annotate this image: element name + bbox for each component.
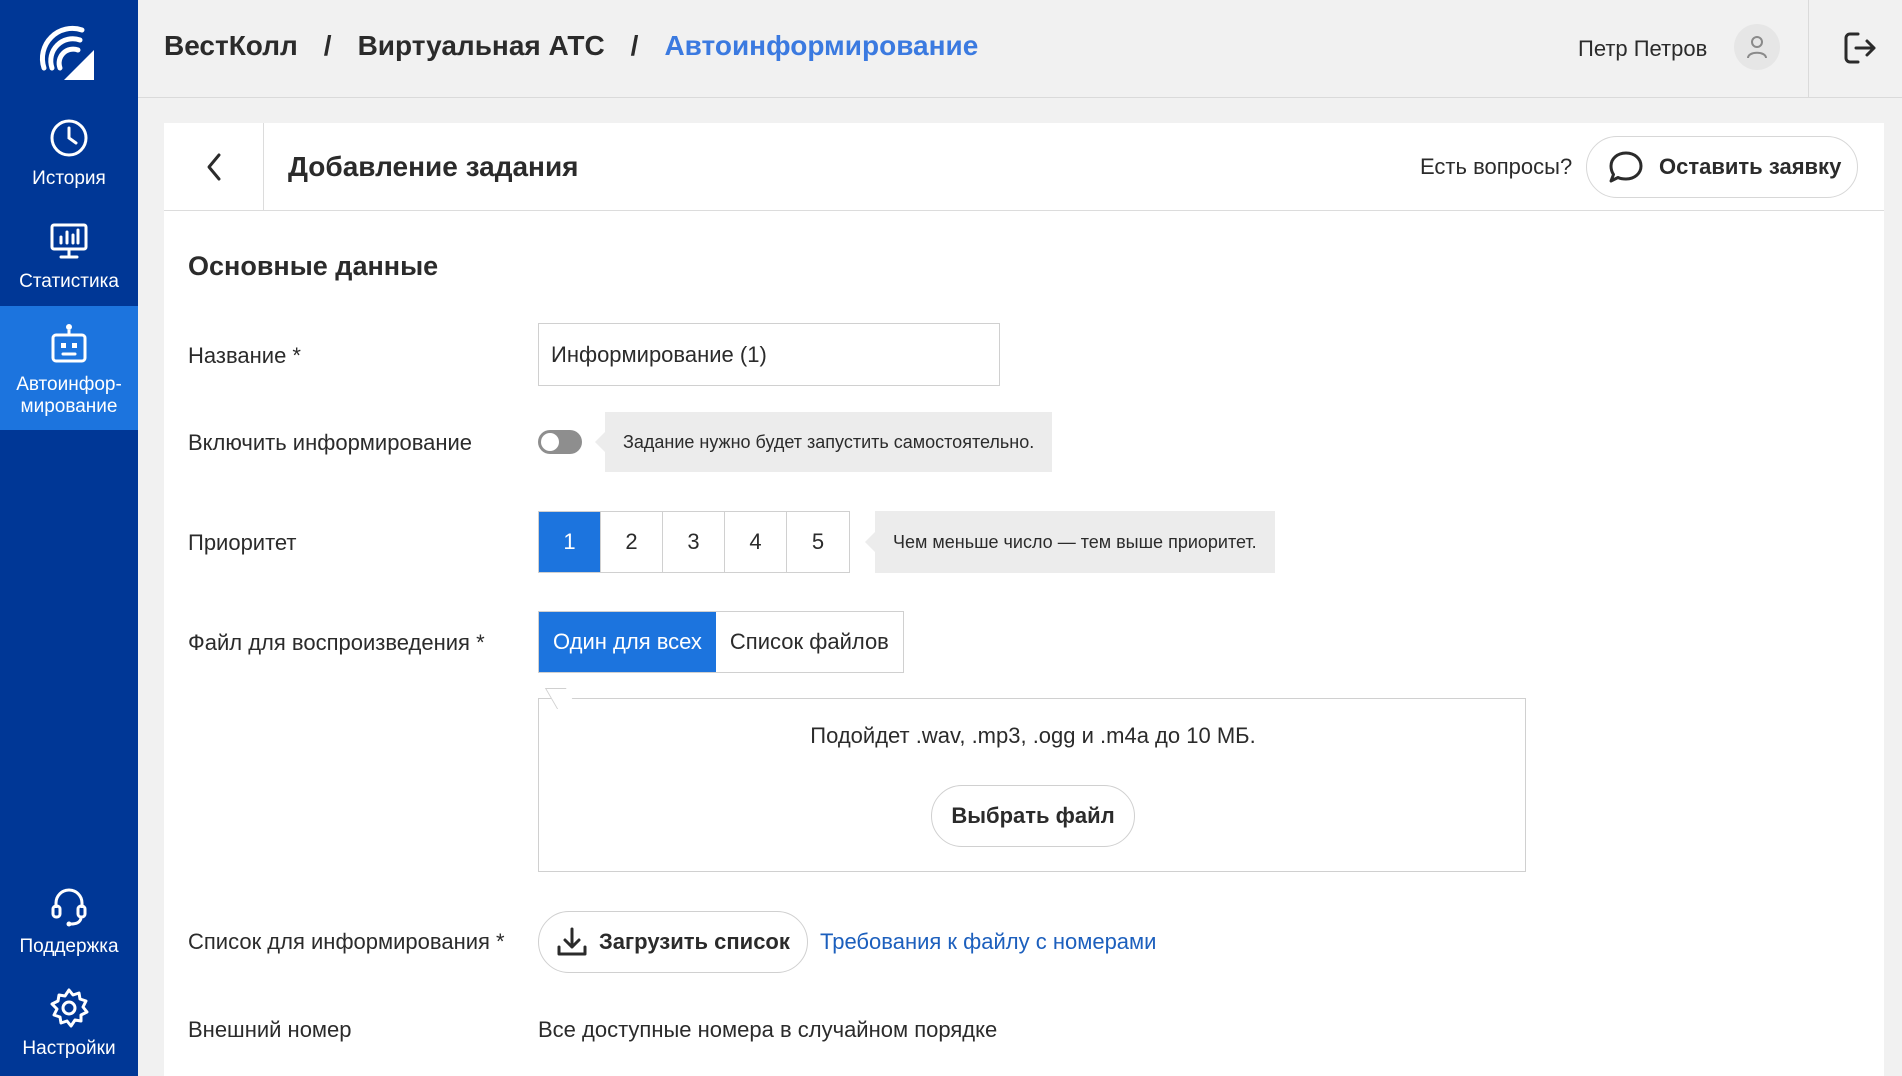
dropzone-text: Подойдет .wav, .mp3, .ogg и .m4a до 10 М…	[810, 723, 1256, 748]
priority-label: Приоритет	[188, 530, 297, 555]
file-label: Файл для воспроизведения *	[188, 630, 485, 655]
toggle-knob	[541, 433, 559, 451]
requirements-link[interactable]: Требования к файлу с номерами	[820, 929, 1156, 955]
file-mode-selector: Один для всех Список файлов	[538, 611, 904, 673]
priority-option-5[interactable]: 5	[787, 512, 849, 572]
top-bar: ВестКолл / Виртуальная АТС / Автоинформи…	[138, 0, 1902, 98]
breadcrumb-item-current: Автоинформирование	[664, 30, 979, 61]
priority-option-1[interactable]: 1	[539, 512, 601, 572]
enable-label: Включить информирование	[188, 430, 473, 455]
list-label: Список для информирования *	[188, 929, 505, 954]
enable-hint: Задание нужно будет запустить самостояте…	[594, 412, 1053, 472]
sidebar-item-label: История	[32, 168, 106, 189]
sidebar-item-label: Поддержка	[19, 936, 119, 957]
external-number-value: Все доступные номера в случайном порядке	[538, 1017, 998, 1042]
file-dropzone[interactable]: Подойдет .wav, .mp3, .ogg и .m4a до 10 М…	[538, 698, 1526, 872]
headset-icon	[51, 888, 87, 927]
sidebar-item-label: Статистика	[19, 271, 119, 292]
breadcrumb: ВестКолл / Виртуальная АТС / Автоинформи…	[164, 30, 978, 62]
breadcrumb-separator: /	[630, 30, 639, 61]
page-title: Добавление задания	[288, 151, 579, 182]
sidebar-item-label: Настройки	[22, 1038, 116, 1059]
questions-text: Есть вопросы?	[1420, 154, 1573, 179]
robot-icon	[51, 324, 87, 363]
divider	[1808, 0, 1809, 98]
avatar[interactable]	[1734, 24, 1780, 70]
task-card: Добавление задания Есть вопросы? Оставит…	[164, 123, 1884, 1076]
breadcrumb-separator: /	[323, 30, 332, 61]
priority-selector: 1 2 3 4 5	[538, 511, 850, 573]
logo-icon[interactable]	[34, 18, 102, 86]
breadcrumb-item-pbx[interactable]: Виртуальная АТС	[358, 30, 605, 62]
leave-request-button[interactable]: Оставить заявку	[1586, 136, 1858, 198]
priority-option-4[interactable]: 4	[725, 512, 787, 572]
chevron-left-icon	[207, 153, 220, 181]
name-label: Название *	[188, 343, 301, 368]
upload-list-label: Загрузить список	[599, 929, 790, 954]
clock-icon	[50, 119, 88, 157]
choose-file-button[interactable]: Выбрать файл	[931, 785, 1135, 847]
chart-monitor-icon	[50, 223, 88, 259]
download-icon	[557, 927, 587, 956]
sidebar-item-autoinforming[interactable]: Автоинфор- мирование	[0, 306, 138, 430]
file-mode-single[interactable]: Один для всех	[539, 612, 716, 672]
sidebar: История Статистика Автоинфор- мирование …	[0, 0, 138, 1076]
priority-option-3[interactable]: 3	[663, 512, 725, 572]
user-icon	[1747, 36, 1767, 59]
leave-request-label: Оставить заявку	[1659, 154, 1842, 179]
gear-icon	[50, 988, 89, 1028]
chat-bubble-icon	[1609, 151, 1643, 183]
sidebar-item-settings[interactable]: Настройки	[0, 970, 138, 1076]
enable-toggle[interactable]	[538, 430, 582, 454]
logout-icon[interactable]	[1840, 28, 1880, 68]
upload-list-button[interactable]: Загрузить список	[538, 911, 808, 973]
file-mode-list[interactable]: Список файлов	[715, 612, 903, 672]
section-title: Основные данные	[188, 251, 439, 281]
name-input[interactable]	[538, 323, 1000, 386]
breadcrumb-item-company[interactable]: ВестКолл	[164, 30, 298, 62]
user-name[interactable]: Петр Петров	[1578, 36, 1707, 62]
sidebar-item-label: Автоинфор- мирование	[16, 374, 122, 417]
back-button[interactable]	[164, 123, 264, 211]
priority-option-2[interactable]: 2	[601, 512, 663, 572]
external-number-label: Внешний номер	[188, 1017, 352, 1042]
priority-hint: Чем меньше число — тем выше приоритет.	[865, 511, 1275, 573]
card-header: Добавление задания Есть вопросы? Оставит…	[164, 123, 1884, 211]
